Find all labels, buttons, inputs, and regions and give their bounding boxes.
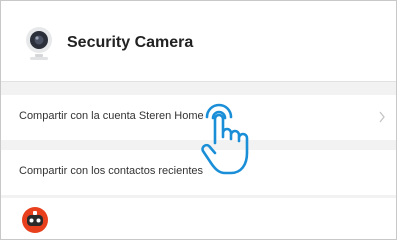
- share-with-steren-account-row[interactable]: Compartir con la cuenta Steren Home: [1, 95, 396, 140]
- share-option-label: Compartir con la cuenta Steren Home: [19, 110, 204, 122]
- robot-avatar-icon[interactable]: [21, 206, 49, 234]
- device-name: Security Camera: [67, 34, 194, 51]
- security-camera-icon: [26, 27, 52, 60]
- share-device-screen: Security Camera Compartir con la cuenta …: [0, 0, 397, 240]
- recent-contacts-list: [1, 198, 396, 239]
- share-with-recent-contacts-row[interactable]: Compartir con los contactos recientes: [1, 150, 396, 195]
- share-option-label: Compartir con los contactos recientes: [19, 165, 204, 177]
- chevron-right-icon: [379, 111, 385, 123]
- device-header: Security Camera: [1, 1, 396, 82]
